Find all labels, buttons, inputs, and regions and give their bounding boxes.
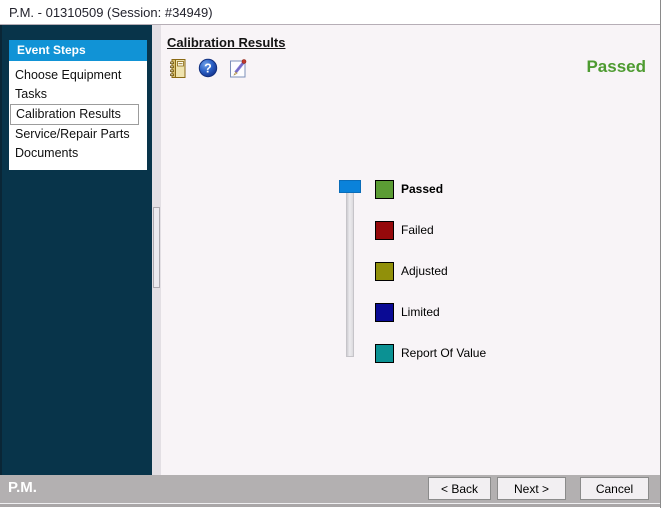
page-title: Calibration Results xyxy=(167,35,285,50)
legend-item-adjusted: Adjusted xyxy=(375,261,486,281)
slider-handle[interactable] xyxy=(339,180,361,193)
legend-item-passed: Passed xyxy=(375,179,486,199)
sidebar-item-tasks[interactable]: Tasks xyxy=(9,85,147,104)
footer-app-label: P.M. xyxy=(8,479,37,496)
scrollbar-thumb[interactable] xyxy=(153,207,160,288)
limited-swatch xyxy=(375,303,394,322)
sidebar: Event Steps Choose Equipment Tasks Calib… xyxy=(0,25,152,475)
next-button[interactable]: Next > xyxy=(497,477,566,500)
legend-label: Failed xyxy=(401,223,434,237)
footer-bar: P.M. < Back Next > Cancel xyxy=(0,475,660,503)
step-list: Choose Equipment Tasks Calibration Resul… xyxy=(9,61,147,170)
event-steps-header: Event Steps xyxy=(9,40,147,61)
sidebar-item-documents[interactable]: Documents xyxy=(9,144,147,163)
legend-label: Report Of Value xyxy=(401,346,486,360)
result-scale-legend: Passed Failed Adjusted Limited Report Of… xyxy=(375,179,486,384)
main-panel: Calibration Results xyxy=(161,25,660,475)
window-title: P.M. - 01310509 (Session: #34949) xyxy=(9,5,213,20)
passed-swatch xyxy=(375,180,394,199)
legend-label: Limited xyxy=(401,305,440,319)
cancel-button[interactable]: Cancel xyxy=(580,477,649,500)
help-icon[interactable]: ? xyxy=(197,57,218,79)
legend-label: Passed xyxy=(401,182,443,196)
failed-swatch xyxy=(375,221,394,240)
sidebar-item-choose-equipment[interactable]: Choose Equipment xyxy=(9,66,147,85)
adjusted-swatch xyxy=(375,262,394,281)
event-steps-panel: Event Steps Choose Equipment Tasks Calib… xyxy=(9,40,147,170)
legend-item-limited: Limited xyxy=(375,302,486,322)
sidebar-item-calibration-results[interactable]: Calibration Results xyxy=(10,104,139,125)
legend-item-report-of-value: Report Of Value xyxy=(375,343,486,363)
title-bar: P.M. - 01310509 (Session: #34949) xyxy=(0,0,660,25)
notes-icon[interactable] xyxy=(167,57,188,79)
status-result-label: Passed xyxy=(586,57,646,77)
back-button[interactable]: < Back xyxy=(428,477,491,500)
edit-icon[interactable] xyxy=(227,57,248,79)
legend-label: Adjusted xyxy=(401,264,448,278)
window-bottom-border xyxy=(0,504,660,507)
pm-wizard-window: P.M. - 01310509 (Session: #34949) Event … xyxy=(0,0,661,508)
legend-item-failed: Failed xyxy=(375,220,486,240)
toolbar: ? xyxy=(167,57,248,79)
report-of-value-swatch xyxy=(375,344,394,363)
sidebar-item-service-repair-parts[interactable]: Service/Repair Parts xyxy=(9,125,147,144)
vertical-scrollbar[interactable] xyxy=(152,25,161,475)
svg-text:?: ? xyxy=(204,61,212,75)
slider-track[interactable] xyxy=(346,192,354,357)
result-slider[interactable] xyxy=(339,180,361,358)
content-area: Event Steps Choose Equipment Tasks Calib… xyxy=(0,25,660,475)
